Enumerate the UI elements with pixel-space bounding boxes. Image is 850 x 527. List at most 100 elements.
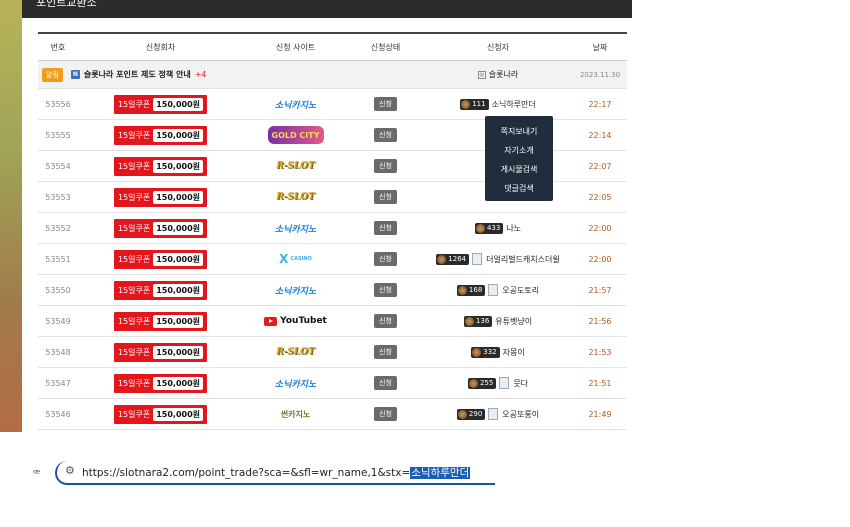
- coupon-button[interactable]: 15일쿠폰 150,000원: [113, 125, 208, 145]
- applicant-name[interactable]: 소닉하루만더: [492, 99, 536, 110]
- url-prefix: https://slotnara2.com/point_trade?sca=&s…: [82, 467, 411, 479]
- site-logo-text: GOLD CITY: [271, 130, 320, 140]
- coupon-button[interactable]: 15일쿠폰 150,000원: [113, 187, 208, 207]
- row-date: 22:05: [588, 192, 612, 202]
- notice-link[interactable]: N 슬롯나라 포인트 제도 정책 안내 +4: [70, 69, 207, 80]
- site-logo[interactable]: 소닉카지노: [271, 95, 320, 113]
- row-date: 22:14: [588, 130, 612, 140]
- site-logo[interactable]: R-SLOT: [272, 188, 319, 206]
- level-gem-icon: [475, 223, 485, 233]
- site-logo[interactable]: R-SLOT: [272, 157, 319, 175]
- table-row[interactable]: 53549 15일쿠폰 150,000원 YouTubet 신청 136 유튜벳냥이 21:5…: [38, 306, 627, 337]
- coupon-button[interactable]: 15일쿠폰 150,000원: [113, 311, 208, 331]
- notice-author[interactable]: ◎ 슬롯나라: [423, 69, 573, 80]
- avatar: [488, 284, 499, 296]
- coupon-amount: 150,000원: [153, 252, 204, 266]
- notice-title[interactable]: 슬롯나라 포인트 제도 정책 안내: [84, 69, 191, 80]
- browser-address-area: ꟹ ⚙ https://slotnara2.com/point_trade?sc…: [0, 432, 850, 527]
- row-number: 53548: [45, 347, 71, 357]
- menu-item-profile[interactable]: 자기소개: [485, 141, 553, 160]
- applicant-cell[interactable]: 136 유튜벳냥이: [423, 315, 573, 327]
- level-gem-icon: [461, 99, 471, 109]
- col-applicant: 신청자: [486, 42, 510, 52]
- applicant-name[interactable]: 유튜벳냥이: [495, 316, 532, 327]
- coupon-label: 15일쿠폰: [117, 378, 151, 388]
- site-logo[interactable]: YouTubet: [260, 312, 331, 330]
- coupon-amount: 150,000원: [153, 314, 204, 328]
- applicant-name[interactable]: 자몽이: [503, 347, 525, 358]
- site-logo-text: X: [279, 252, 289, 266]
- site-logo[interactable]: GOLD CITY: [267, 126, 324, 144]
- notice-author-name[interactable]: 슬롯나라: [489, 69, 518, 80]
- site-logo[interactable]: 소닉카지노: [271, 219, 320, 237]
- coupon-button[interactable]: 15일쿠폰 150,000원: [113, 156, 208, 176]
- comment-count: +4: [194, 70, 207, 79]
- level-number: 255: [479, 379, 494, 387]
- coupon-amount: 150,000원: [153, 97, 204, 111]
- applicant-cell[interactable]: 111 소닉하루만더: [423, 98, 573, 110]
- col-round: 신청회차: [145, 42, 176, 52]
- site-logo-text: R-SLOT: [276, 347, 315, 357]
- table-row[interactable]: 53552 15일쿠폰 150,000원 소닉카지노 신청 433 나노 22:00: [38, 213, 627, 244]
- coupon-amount: 150,000원: [153, 221, 204, 235]
- notice-row[interactable]: 알림 N 슬롯나라 포인트 제도 정책 안내 +4 ◎ 슬롯나라 2023.11…: [38, 61, 627, 89]
- applicant-name[interactable]: 오공도토리: [502, 285, 539, 296]
- coupon-button[interactable]: 15일쿠폰 150,000원: [113, 404, 208, 424]
- reader-mode-icon[interactable]: ꟹ: [33, 467, 40, 480]
- applicant-name[interactable]: 뭇다: [513, 378, 528, 389]
- level-gem-icon: [468, 378, 478, 388]
- site-info-icon[interactable]: ⚙: [65, 464, 75, 477]
- site-logo-text: 썬카지노: [280, 409, 311, 419]
- play-icon: [264, 316, 278, 326]
- site-logo[interactable]: 소닉카지노: [271, 374, 320, 392]
- site-logo[interactable]: 썬카지노: [277, 405, 314, 423]
- status-badge: 신청: [374, 221, 397, 235]
- status-badge: 신청: [374, 159, 397, 173]
- url-input[interactable]: https://slotnara2.com/point_trade?sca=&s…: [82, 465, 471, 480]
- applicant-cell[interactable]: 332 자몽이: [423, 346, 573, 358]
- menu-item-send-message[interactable]: 쪽지보내기: [485, 122, 553, 141]
- address-bar[interactable]: ⚙ https://slotnara2.com/point_trade?sca=…: [55, 461, 495, 485]
- site-logo-text: 소닉카지노: [274, 379, 317, 390]
- row-date: 21:51: [588, 378, 612, 388]
- coupon-button[interactable]: 15일쿠폰 150,000원: [113, 342, 208, 362]
- applicant-cell[interactable]: 168 오공도토리: [423, 284, 573, 296]
- site-logo[interactable]: X CASINO: [275, 250, 316, 268]
- coupon-amount: 150,000원: [153, 376, 204, 390]
- round-cell: 15일쿠폰 150,000원: [78, 125, 243, 145]
- table-row[interactable]: 53548 15일쿠폰 150,000원 R-SLOT 신청 332 자몽이 21:53: [38, 337, 627, 368]
- row-number: 53547: [45, 378, 71, 388]
- table-row[interactable]: 53550 15일쿠폰 150,000원 소닉카지노 신청 168 오공도토리 21:57: [38, 275, 627, 306]
- row-number: 53551: [45, 254, 71, 264]
- applicant-cell[interactable]: 433 나노: [423, 222, 573, 234]
- coupon-label: 15일쿠폰: [117, 347, 151, 357]
- table-row[interactable]: 53546 15일쿠폰 150,000원 썬카지노 신청 290 오공또롱이 21:49: [38, 399, 627, 430]
- applicant-cell[interactable]: 290 오공또롱이: [423, 408, 573, 420]
- coupon-button[interactable]: 15일쿠폰 150,000원: [113, 218, 208, 238]
- coupon-amount: 150,000원: [153, 283, 204, 297]
- coupon-button[interactable]: 15일쿠폰 150,000원: [113, 373, 208, 393]
- site-logo[interactable]: 소닉카지노: [271, 281, 320, 299]
- level-gem-icon: [457, 409, 467, 419]
- applicant-name[interactable]: 오공또롱이: [502, 409, 539, 420]
- applicant-name[interactable]: 나노: [506, 223, 521, 234]
- table-row[interactable]: 53551 15일쿠폰 150,000원 X CASINO 신청 1264 더얼리벌드캐치스더…: [38, 244, 627, 275]
- level-badge: 168: [456, 284, 486, 296]
- applicant-name[interactable]: 더얼리벌드캐치스더윌: [486, 254, 560, 265]
- applicant-cell[interactable]: 255 뭇다: [423, 377, 573, 389]
- menu-item-search-comments[interactable]: 댓글검색: [485, 179, 553, 198]
- coupon-button[interactable]: 15일쿠폰 150,000원: [113, 94, 208, 114]
- menu-item-search-posts[interactable]: 게시물검색: [485, 160, 553, 179]
- site-logo[interactable]: R-SLOT: [272, 343, 319, 361]
- round-cell: 15일쿠폰 150,000원: [78, 404, 243, 424]
- table-row[interactable]: 53547 15일쿠폰 150,000원 소닉카지노 신청 255 뭇다 21:51: [38, 368, 627, 399]
- row-number: 53550: [45, 285, 71, 295]
- coupon-amount: 150,000원: [153, 407, 204, 421]
- coupon-label: 15일쿠폰: [117, 99, 151, 109]
- status-cell: 신청: [348, 345, 423, 359]
- coupon-button[interactable]: 15일쿠폰 150,000원: [113, 280, 208, 300]
- row-number: 53552: [45, 223, 71, 233]
- round-cell: 15일쿠폰 150,000원: [78, 218, 243, 238]
- coupon-button[interactable]: 15일쿠폰 150,000원: [113, 249, 208, 269]
- applicant-cell[interactable]: 1264 더얼리벌드캐치스더윌: [423, 253, 573, 265]
